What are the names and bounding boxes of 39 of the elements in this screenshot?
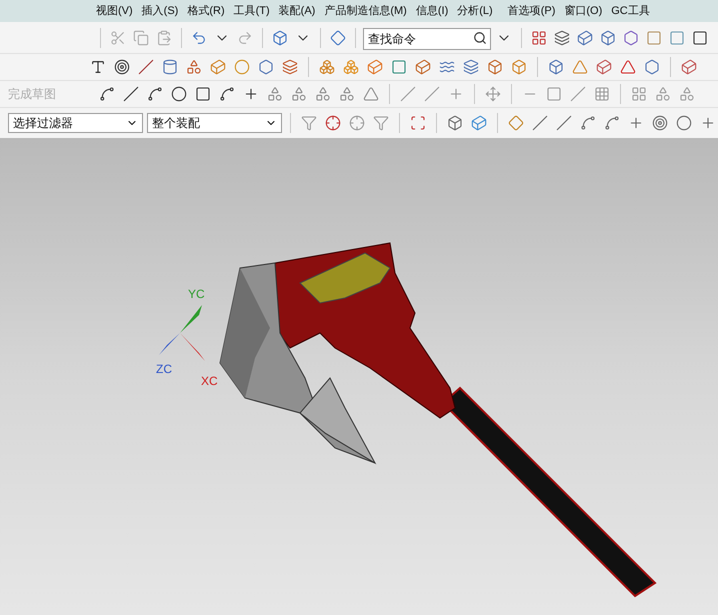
dropdown[interactable]: 选择过滤器 xyxy=(8,113,143,133)
menu-item[interactable]: 装配(A) xyxy=(278,2,316,20)
cube-icon[interactable] xyxy=(469,113,489,133)
circle-icon[interactable] xyxy=(674,113,694,133)
circle-icon[interactable] xyxy=(169,84,189,104)
axis-label: YC xyxy=(188,286,205,303)
menu-item[interactable]: 分析(L) xyxy=(457,2,493,20)
diamond-icon[interactable] xyxy=(506,113,526,133)
cube-icon[interactable] xyxy=(594,57,614,77)
crosshair-icon[interactable] xyxy=(347,113,367,133)
line-icon[interactable] xyxy=(554,113,574,133)
boxes-icon[interactable] xyxy=(317,57,337,77)
menu-item[interactable]: GC工具 xyxy=(611,2,650,20)
move-icon[interactable] xyxy=(483,84,503,104)
menu-item[interactable]: 插入(S) xyxy=(142,2,178,20)
circle-point-icon[interactable] xyxy=(650,113,670,133)
crosshair-icon[interactable] xyxy=(323,113,343,133)
boxes-icon[interactable] xyxy=(341,57,361,77)
menu-item[interactable]: 信息(I) xyxy=(416,2,448,20)
axis-label: XC xyxy=(201,373,218,390)
cube-icon[interactable] xyxy=(365,57,385,77)
dropdown[interactable]: 整个装配 xyxy=(147,113,282,133)
menu-item[interactable]: 格式(R) xyxy=(187,2,225,20)
cube-icon[interactable] xyxy=(208,57,228,77)
menu-item[interactable]: 工具(T) xyxy=(234,2,270,20)
search-icon[interactable] xyxy=(473,30,487,44)
cube-icon[interactable] xyxy=(413,57,433,77)
menu-item[interactable]: 首选项(P) xyxy=(508,2,556,20)
axis-label: ZC xyxy=(156,361,172,378)
menu-item[interactable]: 产品制造信息(M) xyxy=(324,2,407,20)
line-icon[interactable] xyxy=(530,113,550,133)
layers-icon[interactable] xyxy=(280,57,300,77)
cube-icon[interactable] xyxy=(679,57,699,77)
layers-icon[interactable] xyxy=(461,57,481,77)
menu-item[interactable]: 窗口(O) xyxy=(564,2,602,20)
line-icon[interactable] xyxy=(136,57,156,77)
command-search-field[interactable]: 查找命令 xyxy=(363,28,491,50)
menu-item[interactable]: 视图(V) xyxy=(96,2,133,20)
line-icon[interactable] xyxy=(121,84,141,104)
